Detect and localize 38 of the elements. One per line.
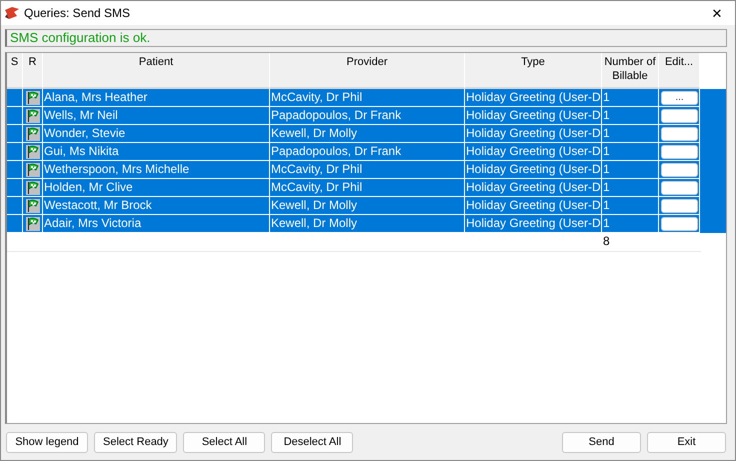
exit-button[interactable]: Exit	[647, 432, 726, 452]
column-header[interactable]: Patient	[43, 53, 270, 89]
table-row[interactable]: Holden, Mr Clive McCavity, Dr Phil Holiday Greeting (User-D 1	[7, 179, 726, 197]
table-cell: Adair, Mrs Victoria	[43, 215, 270, 233]
send-button[interactable]: Send	[562, 432, 641, 452]
edit-button[interactable]	[661, 108, 698, 122]
close-button[interactable]: ✕	[705, 6, 729, 20]
column-header[interactable]: Edit...	[659, 53, 700, 89]
table-row[interactable]: Westacott, Mr Brock Kewell, Dr Molly Holiday Greeting (User-D 1	[7, 197, 726, 215]
edit-button[interactable]	[661, 198, 698, 212]
table-row[interactable]: Gui, Ms Nikita Papadopoulos, Dr Frank Holiday Greeting (User-D 1	[7, 143, 726, 161]
column-header[interactable]: Type	[465, 53, 602, 89]
deselect-all-button[interactable]: Deselect All	[271, 432, 354, 452]
table-row[interactable]: Alana, Mrs Heather McCavity, Dr Phil Holiday Greeting (User-D 1 ...	[7, 89, 726, 107]
table-row[interactable]: Wells, Mr Neil Papadopoulos, Dr Frank Holiday Greeting (User-D 1	[7, 107, 726, 125]
app-logo-icon	[5, 7, 19, 19]
edit-button[interactable]: ...	[661, 90, 698, 104]
legend-button[interactable]: Show legend	[6, 432, 88, 452]
select-ready-button[interactable]: Select Ready	[94, 432, 178, 452]
table-cell: Kewell, Dr Molly	[270, 215, 465, 233]
column-header[interactable]: Number of Billable	[602, 53, 659, 89]
column-header[interactable]: R	[23, 53, 43, 89]
edit-button[interactable]	[661, 126, 698, 140]
total-count: 8	[602, 233, 611, 250]
edit-button[interactable]	[661, 144, 698, 158]
table-row[interactable]: Wonder, Stevie Kewell, Dr Molly Holiday Greeting (User-D 1	[7, 125, 726, 143]
table-row[interactable]: Wetherspoon, Mrs Michelle McCavity, Dr Phil Holiday Greeting (User-D 1	[7, 161, 726, 179]
status-message: SMS configuration is ok.	[5, 29, 727, 47]
select-all-button[interactable]: Select All	[183, 432, 266, 452]
edit-button[interactable]	[661, 216, 698, 230]
column-header[interactable]: Provider	[270, 53, 465, 89]
table-cell: 1	[602, 215, 659, 233]
edit-button[interactable]	[661, 162, 698, 176]
window-title: Queries: Send SMS	[24, 6, 132, 20]
table-cell: Holiday Greeting (User-D	[465, 215, 602, 233]
column-header[interactable]: S	[7, 53, 23, 89]
edit-button[interactable]	[661, 180, 698, 194]
table-row[interactable]: Adair, Mrs Victoria Kewell, Dr Molly Holiday Greeting (User-D 1	[7, 215, 726, 233]
